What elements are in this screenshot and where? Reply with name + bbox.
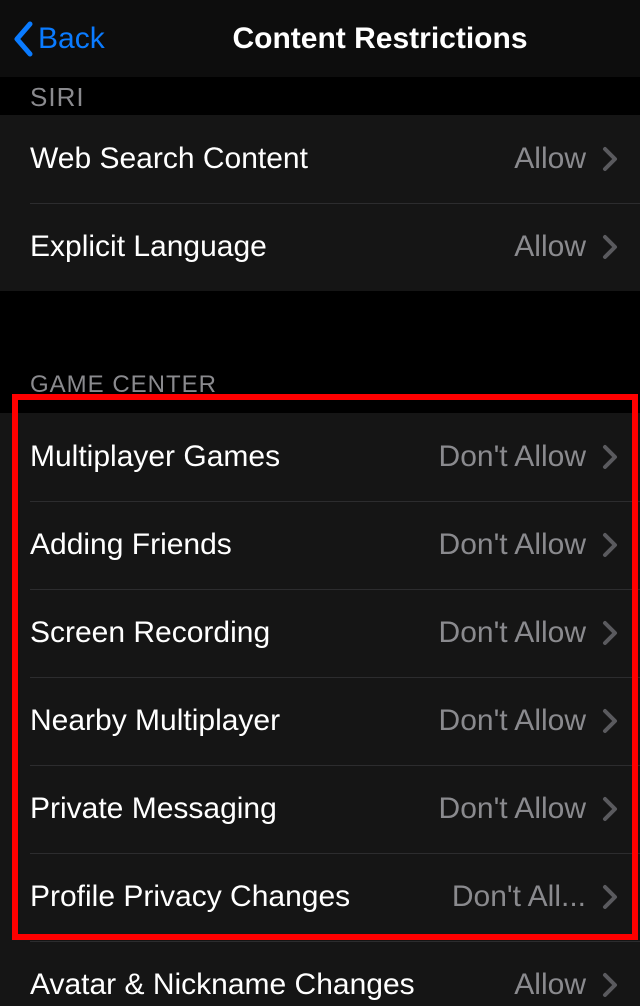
row-value: Don't Allow — [439, 528, 586, 562]
row-label: Explicit Language — [30, 230, 502, 264]
siri-group: Web Search Content Allow Explicit Langua… — [0, 115, 640, 291]
row-profile-privacy-changes[interactable]: Profile Privacy Changes Don't All... — [0, 853, 640, 941]
row-nearby-multiplayer[interactable]: Nearby Multiplayer Don't Allow — [0, 677, 640, 765]
chevron-right-icon — [602, 532, 618, 558]
row-label: Nearby Multiplayer — [30, 704, 427, 738]
row-value: Allow — [514, 968, 586, 1002]
chevron-right-icon — [602, 620, 618, 646]
back-label: Back — [38, 22, 105, 56]
row-value: Don't All... — [452, 880, 586, 914]
row-label: Screen Recording — [30, 616, 427, 650]
row-value: Don't Allow — [439, 616, 586, 650]
chevron-right-icon — [602, 796, 618, 822]
chevron-right-icon — [602, 972, 618, 998]
row-label: Web Search Content — [30, 142, 502, 176]
row-web-search-content[interactable]: Web Search Content Allow — [0, 115, 640, 203]
row-value: Allow — [514, 230, 586, 264]
section-header-game-center: GAME CENTER — [0, 291, 640, 413]
game-center-group: Multiplayer Games Don't Allow Adding Fri… — [0, 413, 640, 1006]
row-screen-recording[interactable]: Screen Recording Don't Allow — [0, 589, 640, 677]
row-value: Don't Allow — [439, 704, 586, 738]
row-value: Don't Allow — [439, 792, 586, 826]
row-label: Multiplayer Games — [30, 440, 427, 474]
row-explicit-language[interactable]: Explicit Language Allow — [0, 203, 640, 291]
row-avatar-nickname-changes[interactable]: Avatar & Nickname Changes Allow — [0, 941, 640, 1006]
chevron-right-icon — [602, 884, 618, 910]
chevron-right-icon — [602, 234, 618, 260]
back-button[interactable]: Back — [0, 21, 105, 57]
row-label: Private Messaging — [30, 792, 427, 826]
row-label: Adding Friends — [30, 528, 427, 562]
chevron-left-icon — [12, 21, 34, 57]
navigation-bar: Back Content Restrictions — [0, 0, 640, 77]
chevron-right-icon — [602, 708, 618, 734]
row-multiplayer-games[interactable]: Multiplayer Games Don't Allow — [0, 413, 640, 501]
row-label: Profile Privacy Changes — [30, 880, 440, 914]
row-label: Avatar & Nickname Changes — [30, 968, 502, 1002]
row-value: Allow — [514, 142, 586, 176]
row-value: Don't Allow — [439, 440, 586, 474]
row-adding-friends[interactable]: Adding Friends Don't Allow — [0, 501, 640, 589]
section-header-siri: SIRI — [0, 77, 640, 115]
row-private-messaging[interactable]: Private Messaging Don't Allow — [0, 765, 640, 853]
chevron-right-icon — [602, 444, 618, 470]
chevron-right-icon — [602, 146, 618, 172]
